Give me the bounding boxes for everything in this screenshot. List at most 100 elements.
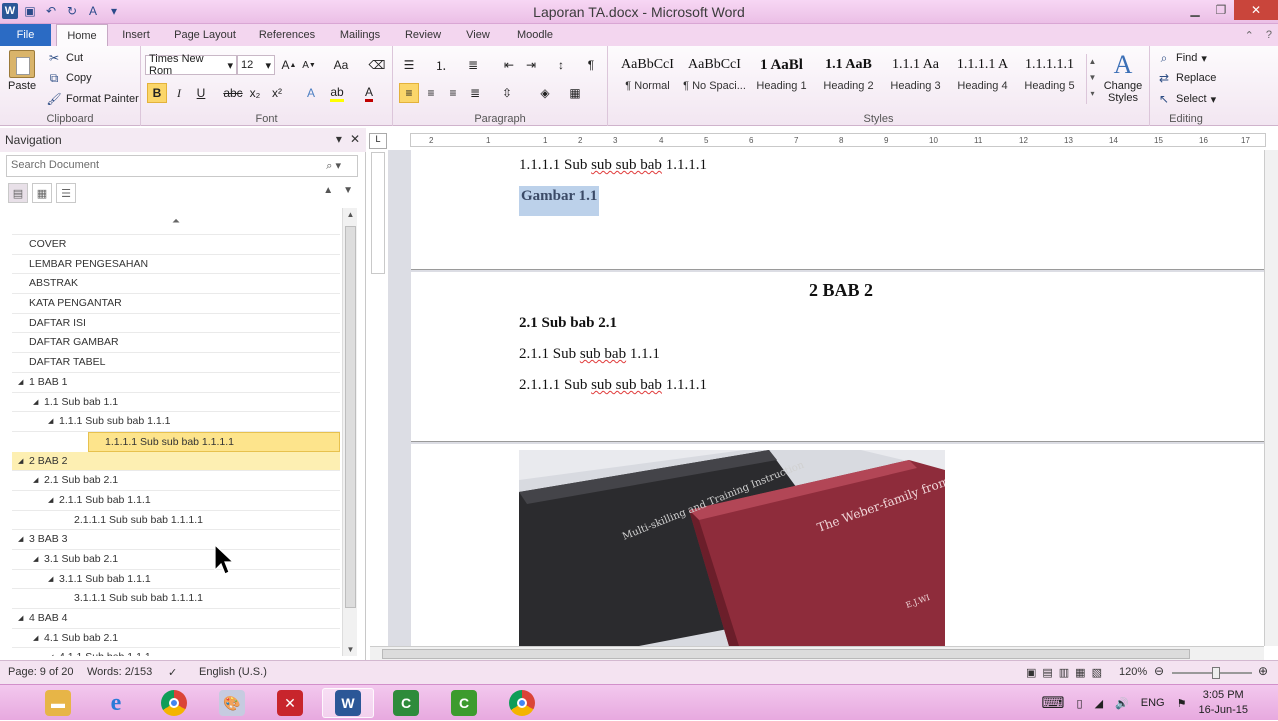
nav-heading-item[interactable]: ◢ 2.1.1 Sub bab 1.1.1 [12,491,340,511]
help-icon[interactable]: ? [1266,29,1272,42]
word-count[interactable]: Words: 2/153 [87,666,152,678]
highlight-icon[interactable]: ab [327,83,347,103]
nav-heading-item[interactable]: ◢ 4 BAB 4 [12,609,340,629]
tab-selector[interactable]: L [369,133,387,149]
style-no-spacing[interactable]: AaBbCcI ¶ No Spaci... [681,50,748,104]
bold-icon[interactable]: B [147,83,167,103]
expand-triangle-icon[interactable]: ◢ [48,570,53,589]
style-heading-3[interactable]: 1.1.1 Aa Heading 3 [882,50,949,104]
close-button[interactable]: ✕ [1234,0,1278,20]
nav-heading-item[interactable]: ABSTRAK [12,274,340,295]
page[interactable]: 2 BAB 2 2.1 Sub bab 2.1 2.1.1 Sub sub ba… [411,272,1264,442]
nav-heading-item[interactable]: ◢ 3.1 Sub bab 2.1 [12,550,340,570]
style-heading-4[interactable]: 1.1.1.1 A Heading 4 [949,50,1016,104]
expand-triangle-icon[interactable]: ◢ [18,373,23,392]
minimize-ribbon-icon[interactable]: ⌃ [1245,29,1254,42]
tab-page-layout[interactable]: Page Layout [168,24,242,46]
italic-icon[interactable]: I [169,83,189,103]
tab-references[interactable]: References [252,24,322,46]
books-photo[interactable]: Multi-skilling and Training Instruction … [519,450,945,646]
expand-triangle-icon[interactable]: ◢ [18,530,23,549]
clock[interactable]: 3:05 PM 16-Jun-15 [1198,688,1248,718]
shading-icon[interactable]: ◈ [535,83,555,103]
nav-heading-item[interactable]: ◢ 1.1.1 Sub sub bab 1.1.1 [12,412,340,432]
text-effects-icon[interactable]: A [301,83,321,103]
styles-scroll[interactable]: ▲ ▼ ▾ [1086,54,1098,104]
style-heading-2[interactable]: 1.1 AaB Heading 2 [815,50,882,104]
taskbar-camtasia-recorder[interactable]: C [380,688,432,718]
nav-heading-item[interactable]: ◢ 3.1.1 Sub bab 1.1.1 [12,570,340,590]
document-area[interactable]: 1.1.1.1 Sub sub sub bab 1.1.1.1 Gambar 1… [388,150,1264,646]
zoom-in-icon[interactable]: ⊕ [1258,664,1268,678]
show-formatting-icon[interactable]: ¶ [581,55,601,75]
change-styles-button[interactable]: A Change Styles [1102,50,1144,104]
borders-icon[interactable]: ▦ [565,83,585,103]
expand-triangle-icon[interactable]: ◢ [48,491,53,510]
document-horizontal-scrollbar[interactable] [370,646,1264,660]
nav-heading-item[interactable]: 2.1.1.1 Sub sub bab 1.1.1.1 [12,511,340,531]
tab-mailings[interactable]: Mailings [332,24,388,46]
next-heading-icon[interactable]: ▼ [343,185,353,196]
align-left-icon[interactable]: ≡ [399,83,419,103]
font-name-combo[interactable]: Times New Rom ▾ [145,53,237,77]
language-indicator-tray[interactable]: ENG [1141,697,1165,709]
nav-options-icon[interactable]: ▾ [336,132,342,146]
network-icon[interactable]: ◢ [1095,697,1103,710]
page[interactable]: Multi-skilling and Training Instruction … [411,444,1264,646]
caption-selected[interactable]: Gambar 1.1 [519,186,600,216]
find-button[interactable]: ⌕ Find ▾ [1156,50,1207,66]
taskbar-explorer[interactable]: ▬ [32,688,84,718]
heading-4[interactable]: 2.1.1.1 Sub sub sub bab 1.1.1.1 [519,377,707,394]
nav-heading-item[interactable]: ◢ 3 BAB 3 [12,530,340,550]
format-painter-button[interactable]: 🖌 Format Painter [46,91,138,107]
chapter-heading[interactable]: 2 BAB 2 [809,280,873,301]
expand-triangle-icon[interactable]: ◢ [18,452,23,471]
cut-button[interactable]: ✂ Cut [46,50,83,66]
minimize-button[interactable]: ▁ [1182,0,1208,20]
style-normal[interactable]: AaBbCcI ¶ Normal [614,50,681,104]
scroll-down-icon[interactable]: ▼ [343,645,358,654]
tab-review[interactable]: Review [398,24,448,46]
search-document-input[interactable]: Search Document ⌕ ▾ [6,155,358,177]
flag-icon[interactable]: ⚑ [1177,697,1187,710]
nav-heading-item[interactable]: 3.1.1.1 Sub sub bab 1.1.1.1 [12,589,340,610]
line-spacing-icon[interactable]: ⇳ [497,83,517,103]
paste-button[interactable]: Paste [8,50,36,92]
tab-view[interactable]: View [456,24,500,46]
heading-4-line[interactable]: 1.1.1.1 Sub sub sub bab 1.1.1.1 [519,157,707,174]
battery-icon[interactable]: ▯ [1077,697,1083,710]
zoom-slider-handle[interactable] [1212,667,1220,679]
taskbar-xmind[interactable]: ✕ [264,688,316,718]
browse-headings-icon[interactable]: ▤ [8,183,28,203]
nav-heading-item[interactable]: DAFTAR ISI [12,314,340,334]
change-case-icon[interactable]: Aa [331,55,351,75]
tab-moodle[interactable]: Moodle [508,24,562,46]
nav-heading-item[interactable]: DAFTAR GAMBAR [12,333,340,354]
page-count[interactable]: Page: 9 of 20 [8,666,73,678]
multilevel-list-icon[interactable]: ≣ [463,55,483,75]
tab-file[interactable]: File [0,24,51,46]
taskbar-paint[interactable]: 🎨 [206,688,258,718]
document-vertical-scrollbar[interactable] [1264,150,1278,646]
font-size-combo[interactable]: 12 ▾ [237,55,275,75]
align-center-icon[interactable]: ≡ [421,83,441,103]
underline-icon[interactable]: U [191,83,211,103]
nav-heading-item[interactable]: LEMBAR PENGESAHAN [12,255,340,275]
shrink-font-icon[interactable]: A ▼ [299,55,319,75]
nav-scrollbar[interactable]: ▲ ▼ [342,208,357,656]
volume-icon[interactable]: 🔊 [1115,697,1129,710]
nav-heading-item[interactable]: ◢ 2.1 Sub bab 2.1 [12,471,340,491]
clear-formatting-icon[interactable]: ⌫ [367,55,387,75]
expand-triangle-icon[interactable]: ◢ [48,648,53,656]
vertical-ruler[interactable] [371,152,385,274]
taskbar-chrome-2[interactable] [496,688,548,718]
previous-heading-icon[interactable]: ▲ [323,185,333,196]
copy-button[interactable]: ⧉ Copy [46,70,92,86]
tab-home[interactable]: Home [56,24,108,46]
justify-icon[interactable]: ≣ [465,83,485,103]
language-indicator[interactable]: English (U.S.) [199,666,267,678]
grow-font-icon[interactable]: A ▲ [279,55,299,75]
taskbar-chrome[interactable] [148,688,200,718]
expand-triangle-icon[interactable]: ◢ [18,609,23,628]
tab-insert[interactable]: Insert [114,24,158,46]
